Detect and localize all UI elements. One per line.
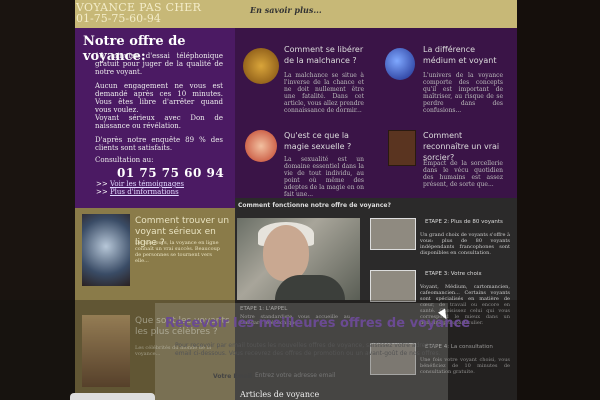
offer-point-survey: D'après notre enquête 89 % des clients s… bbox=[95, 136, 223, 152]
email-input[interactable] bbox=[255, 370, 405, 380]
link-testimonials-label[interactable]: Voir les témoignages bbox=[110, 180, 184, 188]
link-testimonials[interactable]: >> Voir les témoignages bbox=[96, 180, 184, 188]
offer-point-serious: Voyant sérieux avec Don de naissance ou … bbox=[95, 114, 223, 130]
offer-point-no-commitment: Aucun engagement ne vous est demandé apr… bbox=[95, 82, 223, 114]
voyant-thumb-1 bbox=[370, 218, 416, 250]
consult-label: Consultation au: bbox=[95, 156, 154, 164]
popup-title: Recevoir les meilleures offres de voyanc… bbox=[165, 316, 471, 331]
voyant-thumb-2 bbox=[370, 270, 416, 302]
article-title[interactable]: Comment se libérer de la malchance ? bbox=[284, 44, 369, 66]
photo-body bbox=[275, 275, 345, 300]
how-title: Comment fonctionne notre offre de voyanc… bbox=[238, 202, 391, 209]
link-more-info-label[interactable]: Plus d'informations bbox=[110, 188, 179, 196]
step2-label: ETAPE 2: Plus de 80 voyants bbox=[425, 219, 503, 225]
articles-heading[interactable]: Articles de voyance bbox=[240, 390, 319, 399]
link-more-info[interactable]: >> Plus d'informations bbox=[96, 188, 179, 196]
nav-link-more[interactable]: En savoir plus... bbox=[250, 5, 322, 15]
article-text: L'univers de la voyance comporte des con… bbox=[423, 72, 503, 114]
crystal-ball-icon bbox=[385, 48, 415, 80]
article-title[interactable]: Qu'est ce que la magie sexuelle ? bbox=[284, 130, 369, 152]
article-title[interactable]: La différence médium et voyant bbox=[423, 44, 508, 66]
photo-face bbox=[263, 225, 309, 281]
article-text: La sexualité est un domaine essentiel da… bbox=[284, 156, 364, 198]
popup-text: Pour recevoir par email toutes les nouve… bbox=[175, 342, 441, 357]
step2-text: Un grand choix de voyants s'offre à vous… bbox=[420, 232, 510, 256]
offer-point-trial: 10 minutes d'essai téléphonique gratuit … bbox=[95, 52, 223, 76]
offer-phone[interactable]: 01 75 75 60 94 bbox=[117, 166, 224, 180]
article-title[interactable]: Comment reconnaître un vrai sorcier? bbox=[423, 130, 508, 163]
cupid-icon bbox=[245, 130, 277, 162]
email-label: Votre Email : bbox=[213, 373, 257, 380]
site-logo-phone[interactable]: 01-75-75-60-94 bbox=[76, 12, 161, 25]
step3-label: ETAPE 3: Votre choix bbox=[425, 271, 482, 277]
book-icon bbox=[388, 130, 416, 166]
article-text: Empact de la sorcellerie dans le vécu qu… bbox=[423, 160, 503, 188]
left-article1-text: De nos jours, la voyance en ligne connaî… bbox=[135, 240, 220, 264]
crystal-ball-image bbox=[82, 214, 130, 286]
article-text: La malchance se situe à l'inverse de la … bbox=[284, 72, 364, 114]
bottom-tab[interactable] bbox=[70, 393, 155, 400]
coin-icon bbox=[243, 48, 279, 84]
